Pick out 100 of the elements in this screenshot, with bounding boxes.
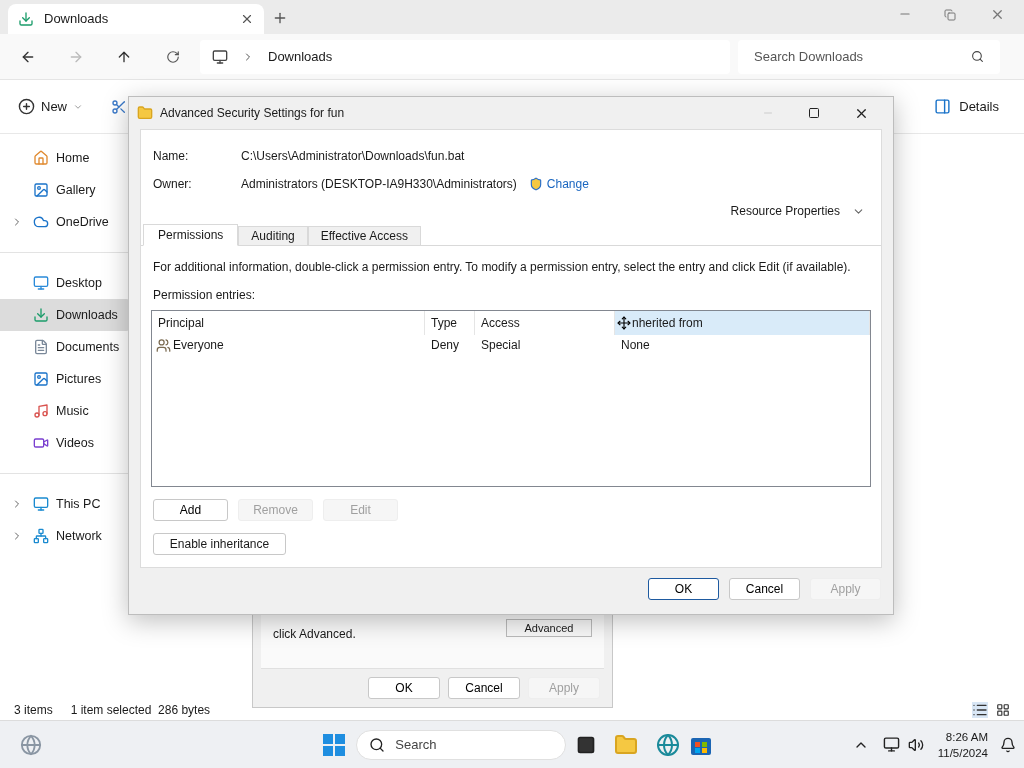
breadcrumb[interactable]: Downloads — [268, 46, 333, 67]
sidebar-item[interactable]: Downloads — [0, 299, 130, 331]
default-dialog-button[interactable]: OK — [648, 578, 719, 600]
permission-row[interactable]: Everyone Deny Special None — [152, 335, 870, 355]
column-header[interactable]: nherited from — [615, 311, 870, 335]
sidebar-item[interactable]: Pictures — [0, 363, 130, 395]
clock-time[interactable]: 8:26 AM — [945, 728, 988, 745]
sidebar-item[interactable]: Documents — [0, 331, 130, 363]
status-text: 3 items — [14, 702, 53, 719]
sidebar-label: Network — [56, 527, 102, 545]
sidebar-item[interactable]: This PC — [0, 488, 130, 520]
video-icon — [33, 435, 49, 451]
cloud-icon — [33, 214, 49, 230]
column-label: Access — [481, 315, 520, 332]
search-icon — [369, 736, 386, 753]
search-placeholder: Search — [395, 735, 437, 754]
sidebar-label: Home — [56, 149, 90, 167]
enable-inheritance-button[interactable]: Enable inheritance — [153, 533, 286, 555]
section-label: Permission entries: — [153, 287, 257, 304]
info-text: For additional information, double-click a permission entry. To modify a permission entry, select the entry and click Edit (if available). — [153, 259, 852, 276]
folder-icon — [137, 105, 153, 121]
cell-text: Deny — [431, 337, 459, 354]
owner-value: Administrators (DESKTOP-IA9H330\Administrators) — [241, 176, 517, 193]
notification-icon[interactable] — [1000, 736, 1016, 753]
details-button[interactable]: Details — [959, 96, 999, 117]
download-icon — [33, 307, 49, 323]
tab[interactable]: Effective Access — [307, 226, 421, 246]
sidebar-item[interactable]: Music — [0, 395, 130, 427]
dialog-button[interactable]: OK — [368, 677, 440, 699]
tab[interactable]: Auditing — [238, 226, 308, 246]
cell-text: None — [621, 337, 650, 354]
dialog-button[interactable]: Cancel — [448, 677, 520, 699]
cell-text: Special — [481, 337, 521, 354]
resize-cursor-icon — [617, 316, 631, 330]
taskbar-search-field[interactable]: Search — [356, 729, 567, 760]
task-view-icon[interactable] — [576, 734, 597, 755]
dialog-button[interactable]: Cancel — [729, 578, 800, 600]
monitor-icon — [33, 496, 49, 512]
download-icon — [18, 11, 34, 27]
sidebar-item[interactable]: Home — [0, 142, 130, 174]
column-label: Principal — [158, 315, 205, 332]
clock-date[interactable]: 11/5/2024 — [937, 744, 988, 761]
change-link[interactable]: Change — [546, 175, 589, 193]
sidebar-label: Gallery — [56, 181, 96, 199]
details-view-icon[interactable] — [972, 702, 988, 718]
scissors-icon[interactable] — [111, 98, 127, 115]
column-label: nherited from — [632, 315, 703, 332]
shield-icon — [528, 177, 543, 191]
sidebar-item[interactable]: OneDrive — [0, 206, 130, 238]
new-tab-icon[interactable] — [272, 10, 288, 26]
cell-text: Everyone — [173, 337, 224, 354]
sidebar-label: Desktop — [56, 274, 102, 292]
tab-title: Downloads — [44, 10, 110, 29]
window-title: Advanced Security Settings for fun — [160, 105, 345, 122]
details-pane-icon[interactable] — [934, 98, 952, 115]
sidebar-label: Videos — [56, 434, 94, 452]
maximize-icon[interactable] — [808, 107, 820, 119]
properties-hint: click Advanced. — [273, 626, 356, 643]
sidebar-label: Downloads — [56, 306, 118, 324]
sidebar-label: Music — [56, 402, 89, 420]
field-label: Name: — [153, 148, 190, 165]
address-bar[interactable]: Downloads — [200, 39, 730, 74]
field-label: Owner: — [153, 176, 193, 193]
column-header[interactable]: Principal — [152, 311, 425, 335]
sidebar-label: Pictures — [56, 370, 102, 388]
status-text: 1 item selected 286 bytes — [70, 702, 211, 719]
house-icon — [33, 150, 49, 166]
music-icon — [33, 403, 49, 419]
plus-icon[interactable] — [18, 98, 35, 115]
sidebar-item[interactable]: Gallery — [0, 174, 130, 206]
advanced-button[interactable]: Advanced — [506, 619, 592, 637]
dialog-button[interactable]: Add — [153, 499, 228, 521]
browser-icon[interactable] — [656, 732, 681, 757]
file-path: C:\Users\Administrator\Downloads\fun.bat — [241, 148, 465, 165]
column-label: Type — [431, 315, 457, 332]
resource-properties-toggle[interactable]: Resource Properties — [730, 202, 840, 220]
new-button[interactable]: New — [41, 96, 67, 117]
users-icon — [156, 337, 171, 353]
image-icon — [33, 182, 49, 198]
sidebar-label: Documents — [56, 338, 120, 356]
browser-tab[interactable]: Downloads — [8, 4, 264, 34]
sidebar-label: OneDrive — [56, 213, 109, 231]
start-icon[interactable] — [322, 732, 347, 757]
document-icon — [33, 339, 49, 355]
tab[interactable]: Permissions — [143, 224, 239, 246]
search-icon — [971, 50, 984, 63]
sidebar-item[interactable]: Videos — [0, 427, 130, 459]
restore-icon[interactable] — [944, 9, 956, 21]
volume-icon[interactable] — [907, 736, 924, 753]
sidebar-item[interactable]: Desktop — [0, 267, 130, 299]
sidebar-label: This PC — [56, 495, 101, 513]
refresh-icon[interactable] — [166, 49, 180, 64]
monitor-icon — [212, 48, 228, 65]
close-icon[interactable] — [240, 12, 254, 26]
search-field[interactable]: Search Downloads — [738, 39, 1000, 74]
image-icon — [33, 371, 49, 387]
monitor-icon — [33, 275, 49, 291]
tiles-view-icon[interactable] — [996, 703, 1010, 717]
sidebar-item[interactable]: Network — [0, 520, 130, 552]
column-header[interactable]: Type — [425, 311, 475, 335]
